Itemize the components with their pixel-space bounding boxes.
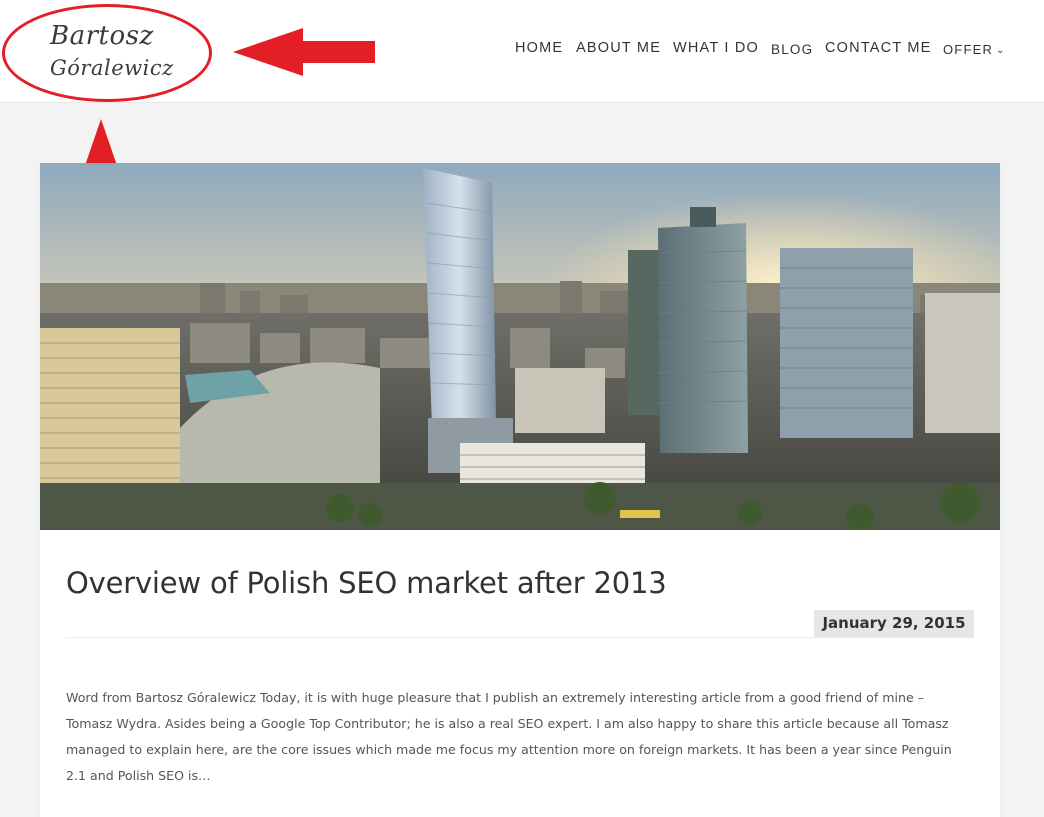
nav-about-me[interactable]: ABOUT ME: [576, 40, 661, 56]
nav-offer-label: OFFER: [943, 42, 994, 57]
title-divider: [66, 637, 974, 638]
nav-blog[interactable]: BLOG: [771, 42, 813, 57]
post-title[interactable]: Overview of Polish SEO market after 2013: [66, 566, 667, 600]
nav-contact-me[interactable]: CONTACT ME: [825, 40, 932, 56]
site-header: Bartosz Góralewicz HOME ABOUT ME WHAT I …: [0, 0, 1044, 103]
nav-home[interactable]: HOME: [515, 40, 563, 56]
post-card: Overview of Polish SEO market after 2013…: [40, 163, 1000, 817]
post-featured-image[interactable]: [40, 163, 1000, 530]
nav-offer[interactable]: OFFER ⌄: [943, 42, 1006, 57]
annotation-arrow-left-icon: [233, 28, 375, 76]
nav-what-i-do[interactable]: WHAT I DO: [673, 40, 759, 56]
post-excerpt: Word from Bartosz Góralewicz Today, it i…: [66, 690, 952, 783]
main-nav: HOME ABOUT ME WHAT I DO BLOG CONTACT ME …: [0, 38, 1044, 62]
post-date-badge: January 29, 2015: [814, 610, 974, 637]
chevron-down-icon: ⌄: [996, 45, 1006, 56]
